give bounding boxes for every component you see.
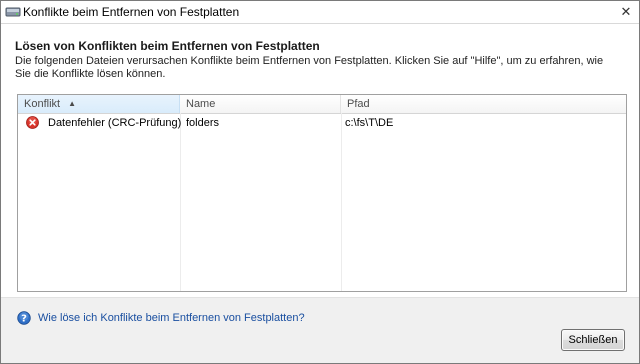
help-icon: ? bbox=[17, 311, 31, 325]
dialog-content: Lösen von Konflikten beim Entfernen von … bbox=[1, 24, 639, 297]
help-link[interactable]: ? Wie löse ich Konflikte beim Entfernen … bbox=[17, 310, 305, 326]
footer-divider bbox=[1, 297, 639, 298]
disk-icon bbox=[5, 7, 21, 17]
page-title: Lösen von Konflikten beim Entfernen von … bbox=[15, 39, 320, 53]
column-header-label: Name bbox=[186, 98, 216, 110]
description-text: Die folgenden Dateien verursachen Konfli… bbox=[15, 55, 604, 80]
table-header: Konflikt ▲ Name Pfad bbox=[18, 95, 626, 114]
error-icon bbox=[26, 116, 39, 129]
close-window-button[interactable]: ✕ bbox=[617, 4, 635, 20]
cell-name: folders bbox=[186, 117, 220, 129]
svg-text:?: ? bbox=[21, 313, 27, 324]
sort-ascending-icon: ▲ bbox=[68, 99, 77, 108]
window-title: Konflikte beim Entfernen von Festplatten bbox=[23, 5, 240, 19]
conflict-table: Konflikt ▲ Name Pfad Datenfehler (CRC-Pr… bbox=[17, 94, 627, 292]
column-header-label: Pfad bbox=[347, 98, 370, 110]
column-header-path[interactable]: Pfad bbox=[341, 95, 626, 113]
cell-conflict: Datenfehler (CRC-Prüfung) bbox=[48, 117, 182, 129]
help-link-text[interactable]: Wie löse ich Konflikte beim Entfernen vo… bbox=[38, 312, 305, 324]
column-divider bbox=[341, 113, 342, 291]
column-divider bbox=[180, 113, 181, 291]
title-bar[interactable]: Konflikte beim Entfernen von Festplatten… bbox=[1, 1, 639, 24]
column-header-conflict[interactable]: Konflikt ▲ bbox=[18, 95, 180, 113]
cell-path: c:\fs\T\DE bbox=[345, 117, 394, 129]
dialog-window: Konflikte beim Entfernen von Festplatten… bbox=[0, 0, 640, 364]
close-icon: ✕ bbox=[620, 4, 632, 19]
table-row[interactable]: Datenfehler (CRC-Prüfung) folders c:\fs\… bbox=[18, 114, 626, 132]
close-button[interactable]: Schließen bbox=[561, 329, 625, 351]
column-header-name[interactable]: Name bbox=[180, 95, 341, 113]
column-header-label: Konflikt bbox=[24, 98, 61, 110]
